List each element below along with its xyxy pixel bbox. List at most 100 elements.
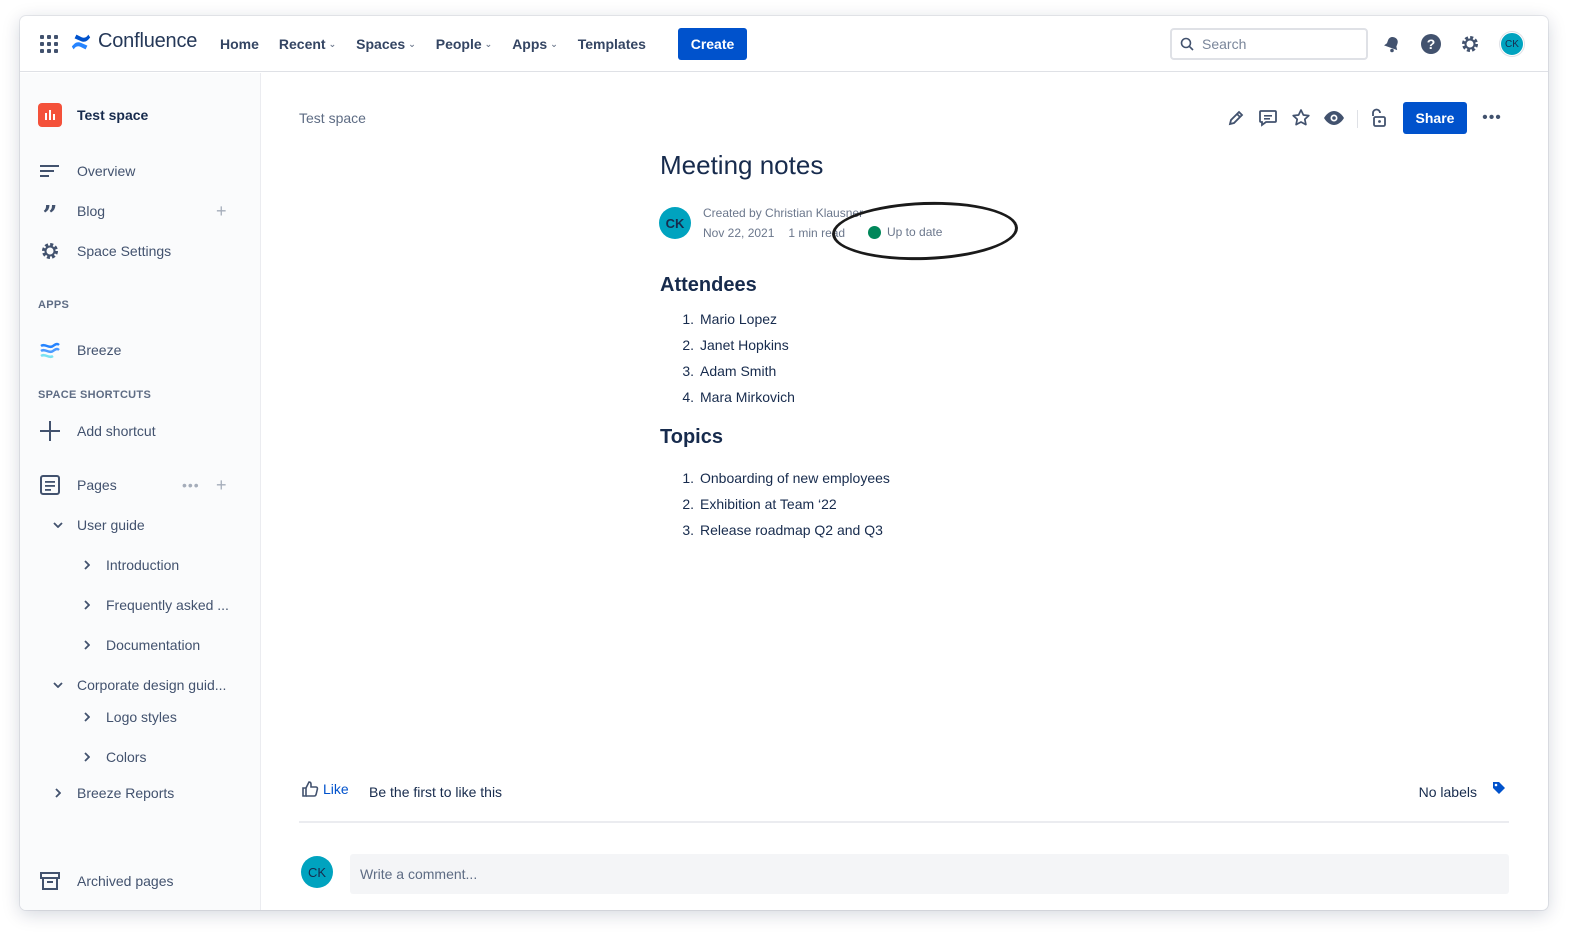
share-button[interactable]: Share <box>1403 102 1467 134</box>
search-box[interactable] <box>1170 28 1368 60</box>
pages-label: Pages <box>77 477 117 493</box>
primary-nav: Home Recent ⌄ Spaces ⌄ People ⌄ Apps ⌄ Templ… <box>210 32 656 56</box>
page-title: Meeting notes <box>660 150 824 180</box>
watch-eye-icon[interactable] <box>1322 106 1346 130</box>
chevron-down-icon[interactable] <box>50 517 66 533</box>
archive-icon <box>38 869 62 893</box>
more-options-icon[interactable]: ••• <box>182 477 200 493</box>
attendees-heading: Attendees <box>660 274 757 296</box>
topics-list: 1. Onboarding of new employees 2. Exhibiti… <box>680 465 890 543</box>
tree-item-corporate-design[interactable]: Corporate design guid... <box>20 673 261 697</box>
tree-item-logo-styles[interactable]: Logo styles <box>20 705 261 729</box>
gear-icon <box>38 239 62 263</box>
add-blog-icon[interactable]: + <box>216 201 227 222</box>
page-meta: Nov 22, 2021 1 min read <box>703 226 845 240</box>
app-name: Confluence <box>98 30 198 52</box>
label-tag-icon[interactable] <box>1491 780 1507 801</box>
create-button[interactable]: Create <box>678 28 747 60</box>
sidebar-item-label: Blog <box>77 203 106 219</box>
chevron-right-icon[interactable] <box>79 597 95 613</box>
sidebar-item-label: Archived pages <box>77 873 174 889</box>
like-label: Like <box>323 781 349 797</box>
attendee-name: Adam Smith <box>700 363 777 379</box>
comment-icon[interactable] <box>1256 106 1280 130</box>
tree-item-label: Introduction <box>106 557 180 573</box>
sidebar-space-header[interactable]: Test space <box>20 103 261 127</box>
search-input[interactable] <box>1202 36 1352 52</box>
confluence-logo[interactable]: Confluence <box>70 30 197 53</box>
add-page-icon[interactable]: + <box>216 475 227 496</box>
star-icon[interactable] <box>1289 106 1313 130</box>
more-actions-icon[interactable]: ••• <box>1480 106 1504 130</box>
comment-user-avatar: CK <box>301 856 333 888</box>
edit-pencil-icon[interactable] <box>1224 106 1248 130</box>
tree-item-label: Documentation <box>106 637 201 653</box>
like-button[interactable]: Like <box>301 780 349 798</box>
attendee-name: Janet Hopkins <box>700 337 789 353</box>
chevron-right-icon[interactable] <box>79 709 95 725</box>
nav-apps[interactable]: Apps ⌄ <box>502 32 568 56</box>
nav-templates[interactable]: Templates <box>568 32 656 56</box>
chevron-down-icon[interactable] <box>50 677 66 693</box>
tree-item-colors[interactable]: Colors <box>20 745 261 769</box>
notification-bell-icon[interactable] <box>1380 32 1404 56</box>
list-item: 3. Release roadmap Q2 and Q3 <box>680 517 890 543</box>
comment-input[interactable]: Write a comment... <box>350 854 1509 894</box>
add-shortcut-button[interactable]: Add shortcut <box>20 419 261 443</box>
tree-item-introduction[interactable]: Introduction <box>20 553 261 577</box>
settings-gear-icon[interactable] <box>1458 32 1482 56</box>
sidebar-item-archived[interactable]: Archived pages <box>20 869 261 893</box>
list-item: 1. Mario Lopez <box>680 306 795 332</box>
add-shortcut-label: Add shortcut <box>77 423 156 439</box>
created-date: Nov 22, 2021 <box>703 226 775 240</box>
sidebar-item-blog[interactable]: ” Blog + <box>20 199 261 230</box>
tree-item-label: Logo styles <box>106 709 177 725</box>
space-name: Test space <box>77 107 149 123</box>
user-avatar[interactable]: CK <box>1500 32 1524 56</box>
breadcrumb[interactable]: Test space <box>299 110 366 126</box>
space-shortcuts-heading: SPACE SHORTCUTS <box>38 389 152 401</box>
sidebar-item-pages[interactable]: Pages ••• + <box>20 473 261 497</box>
topics-heading: Topics <box>660 426 723 448</box>
sidebar-item-overview[interactable]: Overview <box>20 159 261 183</box>
tree-item-user-guide[interactable]: User guide <box>20 513 261 537</box>
chevron-right-icon[interactable] <box>79 749 95 765</box>
toolbar-divider <box>1357 110 1358 128</box>
space-sidebar: Test space Overview ” Blog + Space Setti… <box>20 73 261 910</box>
likes-summary: Be the first to like this <box>369 784 503 800</box>
nav-people[interactable]: People ⌄ <box>426 32 502 56</box>
nav-home-label: Home <box>220 36 259 52</box>
topic-text: Onboarding of new employees <box>700 470 890 486</box>
list-item: 3. Adam Smith <box>680 358 795 384</box>
nav-spaces-label: Spaces <box>356 36 406 52</box>
nav-spaces[interactable]: Spaces ⌄ <box>346 32 426 56</box>
tree-item-label: User guide <box>77 517 145 533</box>
restrictions-unlock-icon[interactable] <box>1366 106 1390 130</box>
list-item: 2. Janet Hopkins <box>680 332 795 358</box>
sidebar-item-label: Breeze <box>77 342 122 358</box>
plus-icon <box>38 419 62 443</box>
list-item: 4. Mara Mirkovich <box>680 384 795 410</box>
author-avatar[interactable]: CK <box>659 207 691 239</box>
tree-item-documentation[interactable]: Documentation <box>20 633 261 657</box>
help-icon[interactable]: ? <box>1419 32 1443 56</box>
sidebar-item-breeze[interactable]: Breeze <box>20 338 261 362</box>
tree-item-faq[interactable]: Frequently asked ... <box>20 593 261 617</box>
attendee-name: Mara Mirkovich <box>700 389 795 405</box>
space-avatar-icon <box>38 103 62 127</box>
chevron-right-icon[interactable] <box>50 785 66 801</box>
chevron-right-icon[interactable] <box>79 637 95 653</box>
attendee-name: Mario Lopez <box>700 311 778 327</box>
nav-recent-label: Recent <box>278 36 326 52</box>
nav-home[interactable]: Home <box>210 32 269 56</box>
pages-icon <box>38 473 62 497</box>
app-switcher-icon[interactable] <box>40 35 58 53</box>
nav-recent[interactable]: Recent ⌄ <box>269 32 346 56</box>
sidebar-item-label: Space Settings <box>77 243 172 259</box>
nav-apps-label: Apps <box>512 36 548 52</box>
tree-item-breeze-reports[interactable]: Breeze Reports <box>20 781 261 805</box>
confluence-logo-icon <box>71 34 91 49</box>
created-by-text[interactable]: Created by Christian Klausner <box>703 206 863 220</box>
sidebar-item-space-settings[interactable]: Space Settings <box>20 239 261 263</box>
chevron-right-icon[interactable] <box>79 557 95 573</box>
